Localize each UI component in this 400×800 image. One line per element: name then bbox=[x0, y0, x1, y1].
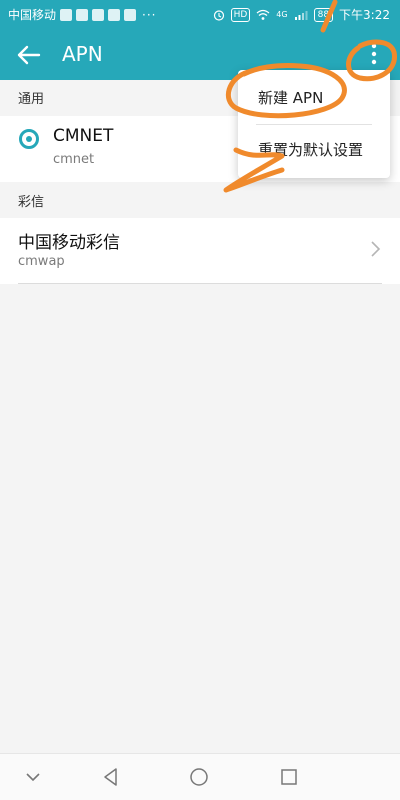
home-circle-icon[interactable] bbox=[186, 764, 212, 790]
clock: 下午3:22 bbox=[339, 8, 390, 22]
apn-subtitle: cmwap bbox=[18, 254, 65, 269]
radio-dot-icon bbox=[26, 136, 32, 142]
arrow-left-icon[interactable] bbox=[14, 41, 42, 69]
menu-item-reset-default[interactable]: 重置为默认设置 bbox=[238, 126, 390, 174]
apn-subtitle: cmnet bbox=[53, 152, 95, 167]
network-type-label: 4G bbox=[276, 10, 288, 19]
apn-title: CMNET bbox=[53, 126, 114, 146]
app-notification-icon bbox=[76, 8, 89, 21]
chevron-right-icon bbox=[371, 241, 381, 257]
page-title: APN bbox=[62, 42, 103, 66]
back-triangle-icon[interactable] bbox=[98, 764, 124, 790]
menu-item-new-apn[interactable]: 新建 APN bbox=[238, 74, 390, 122]
app-notification-icon bbox=[60, 8, 73, 21]
status-bar: 中国移动 ··· HD 4G 88 下午3:22 bbox=[0, 0, 400, 28]
app-notification-icon bbox=[124, 8, 137, 21]
apn-title: 中国移动彩信 bbox=[18, 233, 120, 253]
more-notifications-indicator: ··· bbox=[142, 7, 157, 22]
status-right: HD 4G 88 下午3:22 bbox=[213, 6, 390, 23]
divider bbox=[18, 283, 382, 284]
hd-icon: HD bbox=[230, 7, 251, 22]
wifi-icon bbox=[256, 9, 270, 20]
radio-button-selected[interactable] bbox=[19, 129, 39, 149]
carrier-label: 中国移动 bbox=[8, 8, 57, 22]
status-left: 中国移动 ··· bbox=[8, 6, 156, 23]
overflow-menu: 新建 APN 重置为默认设置 bbox=[238, 70, 390, 178]
alarm-icon bbox=[213, 9, 224, 21]
battery-icon: 88 bbox=[313, 7, 334, 22]
app-notification-icon bbox=[108, 8, 121, 21]
chevron-down-icon[interactable] bbox=[20, 764, 46, 790]
section-header-mms: 彩信 bbox=[18, 195, 45, 210]
signal-strength-icon bbox=[294, 10, 308, 20]
app-notification-icon bbox=[92, 8, 105, 21]
menu-divider bbox=[256, 124, 372, 125]
navigation-bar bbox=[0, 753, 400, 800]
more-vertical-icon[interactable] bbox=[360, 40, 388, 68]
apn-item-mms[interactable]: 中国移动彩信 cmwap bbox=[0, 218, 400, 284]
recent-apps-icon[interactable] bbox=[276, 764, 302, 790]
